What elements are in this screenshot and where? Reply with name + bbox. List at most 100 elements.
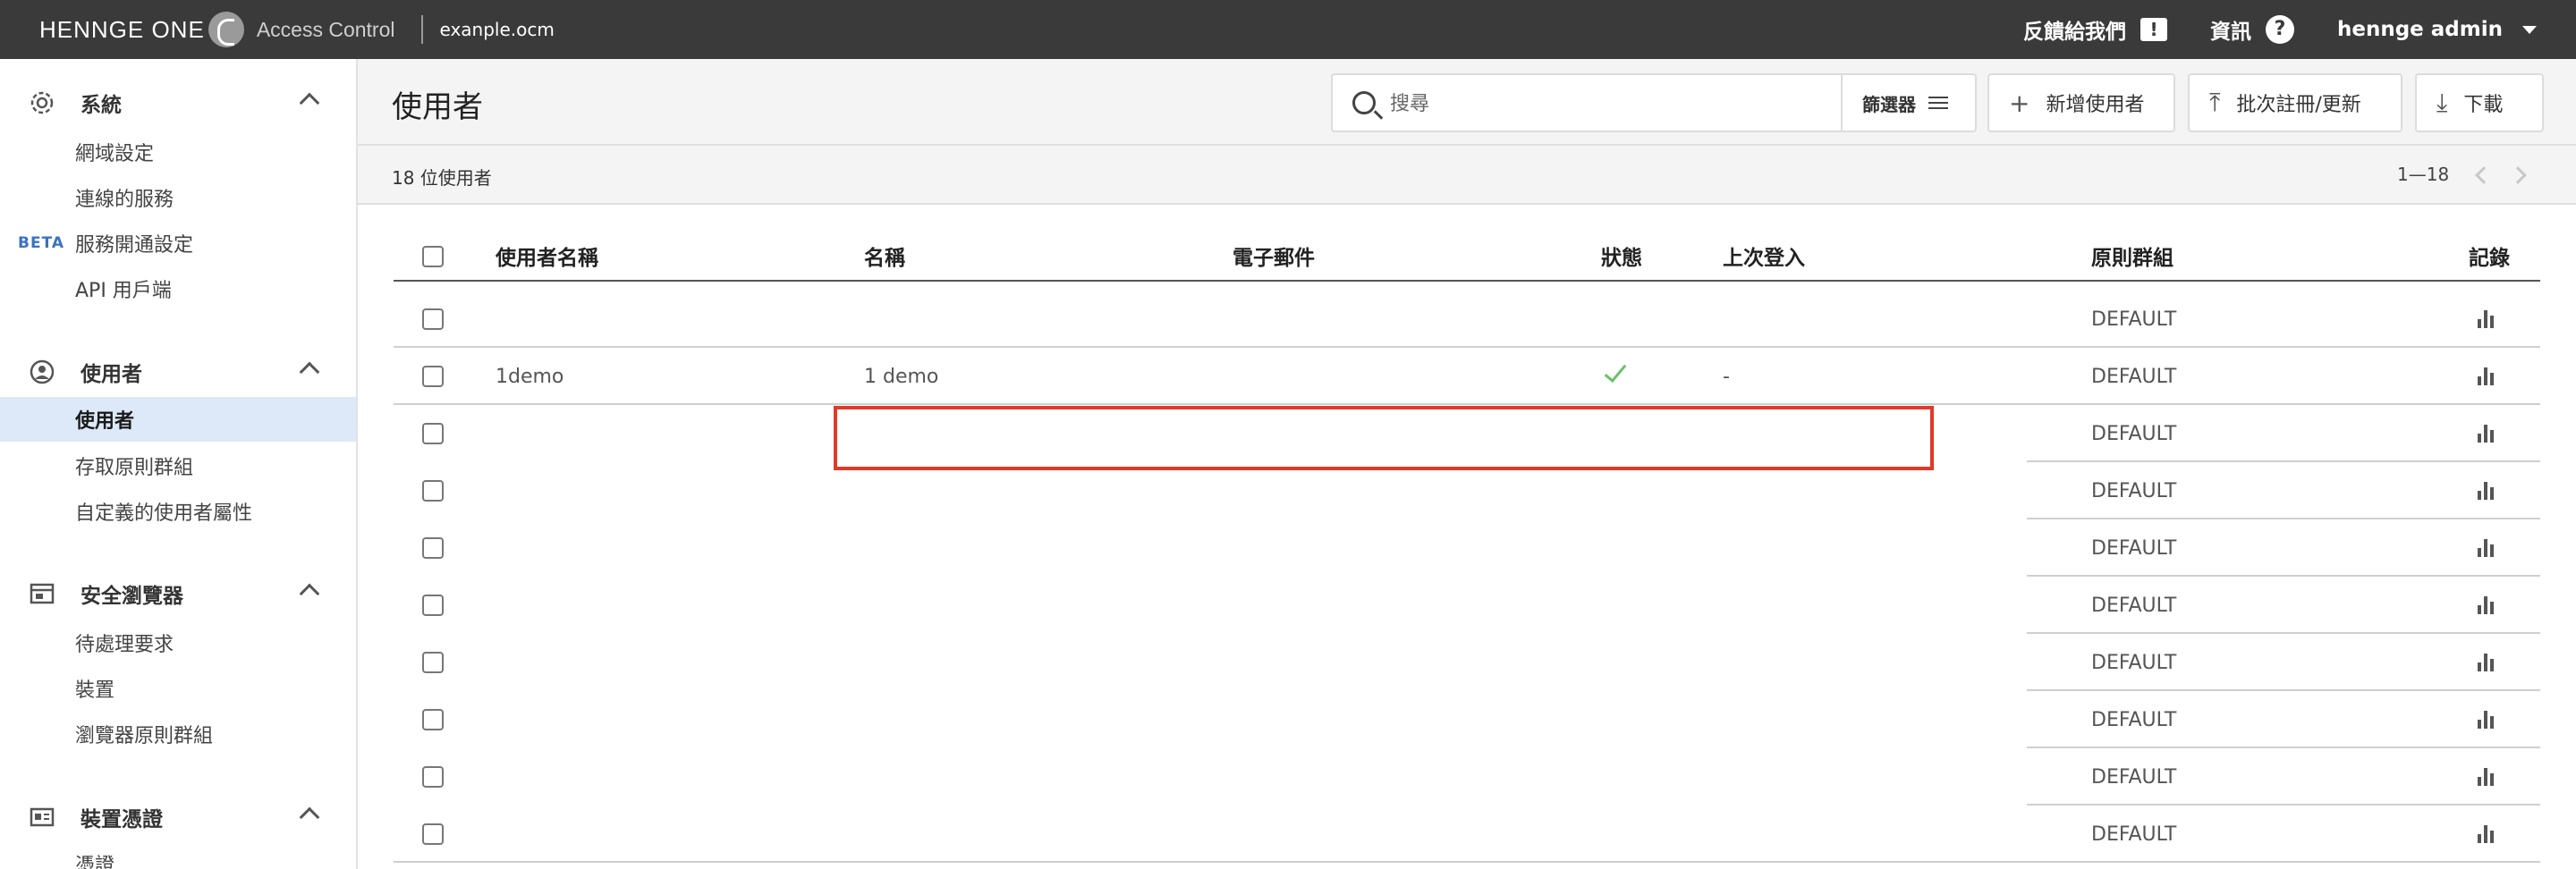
sidebar-item-domain-settings[interactable]: 網域設定 [0, 130, 356, 174]
log-chart-icon[interactable] [2478, 654, 2497, 671]
sidebar-item-pending-requests[interactable]: 待處理要求 [0, 620, 356, 665]
column-header-email[interactable]: 電子郵件 [1233, 240, 1315, 271]
table-row[interactable]: 1demo 1 demo - DEFAULT [394, 348, 2540, 405]
user-name: hennge admin [2337, 18, 2503, 41]
log-chart-icon[interactable] [2478, 596, 2497, 614]
header-divider [394, 280, 2540, 282]
sidebar-item-label: 存取原則群組 [75, 457, 194, 479]
cell-policy-group: DEFAULT [2091, 480, 2177, 502]
table-row[interactable]: DEFAULT [394, 519, 2540, 577]
log-chart-icon[interactable] [2478, 367, 2497, 385]
cell-policy-group: DEFAULT [2091, 423, 2177, 445]
table-row[interactable]: DEFAULT [394, 634, 2540, 691]
column-header-policy-group[interactable]: 原則群組 [2091, 240, 2174, 271]
table-row[interactable]: DEFAULT [394, 577, 2540, 634]
table-row[interactable]: DEFAULT [394, 748, 2540, 806]
section-label: 系統 [80, 94, 122, 117]
row-checkbox[interactable] [422, 652, 444, 673]
feedback-button[interactable]: 反饋給我們 ! [2023, 14, 2167, 45]
search-input[interactable] [1390, 88, 1873, 120]
sidebar-item-provisioning[interactable]: BETA 服務開通設定 [0, 221, 356, 266]
row-checkbox[interactable] [422, 366, 444, 387]
feedback-icon: ! [2140, 18, 2167, 41]
cell-policy-group: DEFAULT [2091, 709, 2177, 731]
selection-highlight [834, 406, 1934, 470]
log-chart-icon[interactable] [2478, 825, 2497, 843]
sidebar-item-label: 連線的服務 [75, 189, 174, 211]
chevron-up-icon [299, 361, 320, 383]
column-header-log[interactable]: 記錄 [2469, 240, 2510, 271]
page-title: 使用者 [392, 89, 483, 125]
tenant-domain: exanple.ocm [439, 19, 555, 40]
sidebar-item-certificates[interactable]: 憑證 [0, 844, 356, 869]
section-label: 裝置憑證 [80, 808, 163, 831]
row-checkbox[interactable] [422, 537, 444, 559]
id-card-icon [30, 807, 55, 827]
page-header: 使用者 篩選器 + 新增使用者 ⤒ 批次註冊/更新 ⤓ 下載 [358, 59, 2576, 146]
sidebar-item-devices[interactable]: 裝置 [0, 666, 356, 711]
log-chart-icon[interactable] [2478, 310, 2497, 328]
sidebar-item-connected-services[interactable]: 連線的服務 [0, 175, 356, 220]
count-bar: 18 位使用者 1—18 [358, 146, 2576, 205]
add-user-button[interactable]: + 新增使用者 [1987, 73, 2175, 132]
sidebar-section-device-certificates[interactable]: 裝置憑證 [0, 795, 356, 839]
row-checkbox[interactable] [422, 823, 444, 845]
log-chart-icon[interactable] [2478, 482, 2497, 500]
row-checkbox[interactable] [422, 480, 444, 502]
sidebar-item-label: 使用者 [75, 410, 135, 433]
user-menu[interactable]: hennge admin [2337, 18, 2537, 41]
bulk-register-label: 批次註冊/更新 [2236, 94, 2361, 116]
row-checkbox[interactable] [422, 766, 444, 788]
sidebar-item-access-policy-groups[interactable]: 存取原則群組 [0, 443, 356, 488]
brand[interactable]: HENNGE ONE Access Control [39, 12, 394, 47]
browser-window-icon [30, 583, 55, 604]
select-all-checkbox[interactable] [422, 246, 444, 267]
sidebar-item-browser-policy-groups[interactable]: 瀏覽器原則群組 [0, 712, 356, 756]
section-label: 使用者 [80, 363, 142, 386]
log-chart-icon[interactable] [2478, 768, 2497, 786]
cell-policy-group: DEFAULT [2091, 766, 2177, 789]
log-chart-icon[interactable] [2478, 711, 2497, 729]
gear-icon [30, 91, 54, 114]
brand-divider [421, 15, 424, 44]
column-header-name[interactable]: 名稱 [864, 240, 905, 271]
info-button[interactable]: 資訊 ? [2210, 14, 2294, 45]
row-checkbox[interactable] [422, 709, 444, 730]
table-row[interactable]: DEFAULT [394, 291, 2540, 348]
upload-icon: ⤒ [2209, 88, 2221, 117]
hennge-logo-icon [208, 12, 244, 47]
cell-last-login: - [1723, 366, 1730, 388]
status-check-icon [1604, 359, 1627, 384]
next-page-icon[interactable] [2509, 166, 2527, 184]
table-row[interactable]: DEFAULT [394, 806, 2540, 863]
sidebar-item-api-clients[interactable]: API 用戶端 [0, 266, 356, 311]
sidebar-item-custom-attributes[interactable]: 自定義的使用者屬性 [0, 489, 356, 534]
column-header-last-login[interactable]: 上次登入 [1723, 240, 1805, 271]
log-chart-icon[interactable] [2478, 539, 2497, 557]
sidebar-section-users[interactable]: 使用者 [0, 350, 356, 394]
sidebar-item-label: 憑證 [75, 855, 115, 869]
cell-policy-group: DEFAULT [2091, 652, 2177, 674]
sidebar-item-users[interactable]: 使用者 [0, 397, 356, 442]
log-chart-icon[interactable] [2478, 425, 2497, 443]
row-checkbox[interactable] [422, 308, 444, 330]
chevron-up-icon [299, 92, 320, 114]
column-header-status[interactable]: 狀態 [1601, 240, 1642, 271]
chevron-up-icon [299, 806, 320, 828]
sidebar: 系統 網域設定 連線的服務 BETA 服務開通設定 API 用戶端 使用者 使用… [0, 59, 358, 869]
table-row[interactable]: DEFAULT [394, 462, 2540, 519]
search-icon [1352, 91, 1376, 114]
table-row[interactable]: DEFAULT [394, 691, 2540, 748]
row-checkbox[interactable] [422, 595, 444, 616]
filter-button[interactable]: 篩選器 [1841, 73, 1977, 132]
column-header-username[interactable]: 使用者名稱 [496, 240, 598, 271]
chevron-up-icon [299, 583, 320, 604]
prev-page-icon[interactable] [2475, 166, 2493, 184]
cell-policy-group: DEFAULT [2091, 595, 2177, 617]
sidebar-item-label: API 用戶端 [75, 280, 172, 302]
bulk-register-button[interactable]: ⤒ 批次註冊/更新 [2188, 73, 2402, 132]
sidebar-section-secure-browser[interactable]: 安全瀏覽器 [0, 571, 356, 616]
download-button[interactable]: ⤓ 下載 [2415, 73, 2544, 132]
sidebar-section-system[interactable]: 系統 [0, 80, 356, 125]
row-checkbox[interactable] [422, 423, 444, 444]
